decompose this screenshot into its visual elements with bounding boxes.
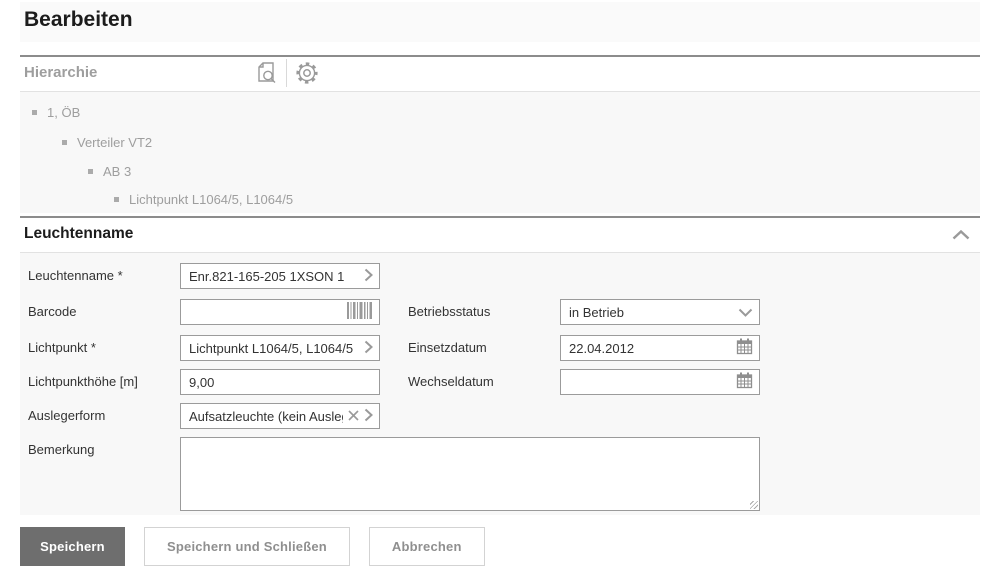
betriebsstatus-select[interactable]: in Betrieb [560, 299, 760, 325]
tree-bullet-icon [88, 169, 93, 174]
toolbar-divider [286, 59, 287, 87]
lichtpunkt-label: Lichtpunkt * [28, 335, 96, 361]
lichtpunkt-value: Lichtpunkt L1064/5, L1064/5 [189, 341, 359, 356]
auslegerform-label: Auslegerform [28, 403, 105, 429]
einsetzdatum-input[interactable] [569, 336, 731, 360]
save-button[interactable]: Speichern [20, 527, 125, 566]
section-title: Leuchtenname [24, 225, 133, 243]
leuchtenname-field[interactable]: Enr.821-165-205 1XSON 1 [180, 263, 380, 289]
action-buttons: Speichern Speichern und Schließen Abbrec… [20, 527, 485, 566]
leuchtenname-lookup-button[interactable] [364, 268, 373, 285]
gear-icon [294, 60, 320, 89]
collapse-section-button[interactable] [950, 225, 972, 245]
betriebsstatus-label: Betriebsstatus [408, 299, 490, 325]
lichtpunkthoehe-label: Lichtpunkthöhe [m] [28, 369, 138, 395]
cancel-button[interactable]: Abbrechen [369, 527, 485, 566]
hierarchy-header: Hierarchie [20, 57, 980, 91]
bemerkung-textarea[interactable] [180, 437, 760, 511]
barcode-label: Barcode [28, 299, 76, 325]
hierarchy-tree: 1, ÖB Verteiler VT2 AB 3 Lichtpunkt L106… [20, 92, 980, 213]
leuchtenname-label: Leuchtenname * [28, 263, 123, 289]
chevron-right-icon [364, 408, 373, 425]
hierarchy-title: Hierarchie [24, 64, 97, 81]
auslegerform-clear-button[interactable] [348, 409, 359, 424]
edit-page: Bearbeiten Hierarchie [0, 0, 1000, 578]
chevron-down-icon [738, 308, 753, 317]
tree-node-root[interactable]: 1, ÖB [32, 104, 80, 120]
tree-node-ab[interactable]: AB 3 [88, 163, 131, 179]
einsetzdatum-label: Einsetzdatum [408, 335, 487, 361]
chevron-right-icon [364, 268, 373, 285]
barcode-icon [347, 302, 373, 322]
tree-bullet-icon [32, 110, 37, 115]
title-band: Bearbeiten [20, 2, 980, 42]
leuchtenname-value: Enr.821-165-205 1XSON 1 [189, 269, 359, 284]
tree-node-label: Verteiler VT2 [77, 135, 152, 150]
barcode-scan-button[interactable] [347, 302, 373, 322]
settings-button[interactable] [292, 59, 322, 89]
leuchtenname-section-header: Leuchtenname [20, 218, 980, 252]
wechseldatum-calendar-button[interactable] [736, 372, 753, 392]
tree-bullet-icon [114, 197, 119, 202]
document-search-icon [254, 60, 277, 89]
chevron-right-icon [364, 340, 373, 357]
lichtpunkt-lookup-button[interactable] [364, 340, 373, 357]
bemerkung-label: Bemerkung [28, 437, 94, 463]
einsetzdatum-calendar-button[interactable] [736, 338, 753, 358]
tree-node-label: 1, ÖB [47, 105, 80, 120]
bemerkung-field [180, 437, 760, 511]
betriebsstatus-value: in Betrieb [569, 305, 733, 320]
chevron-up-icon [952, 228, 970, 243]
lichtpunkthoehe-field [180, 369, 380, 395]
tree-node-label: AB 3 [103, 164, 131, 179]
page-title: Bearbeiten [24, 8, 133, 32]
wechseldatum-field [560, 369, 760, 395]
wechseldatum-label: Wechseldatum [408, 369, 494, 395]
barcode-field [180, 299, 380, 325]
clear-x-icon [348, 409, 359, 424]
calendar-icon [736, 338, 753, 358]
calendar-icon [736, 372, 753, 392]
document-preview-button[interactable] [250, 59, 280, 89]
tree-bullet-icon [62, 140, 67, 145]
auslegerform-value: Aufsatzleuchte (kein Ausleger) [189, 409, 343, 424]
lichtpunkt-field[interactable]: Lichtpunkt L1064/5, L1064/5 [180, 335, 380, 361]
tree-node-lichtpunkt[interactable]: Lichtpunkt L1064/5, L1064/5 [114, 191, 293, 207]
leuchtenname-form: Leuchtenname * Enr.821-165-205 1XSON 1 B… [20, 253, 980, 515]
einsetzdatum-field [560, 335, 760, 361]
auslegerform-field[interactable]: Aufsatzleuchte (kein Ausleger) [180, 403, 380, 429]
tree-node-verteiler[interactable]: Verteiler VT2 [62, 134, 152, 150]
wechseldatum-input[interactable] [569, 370, 731, 394]
auslegerform-lookup-button[interactable] [364, 408, 373, 425]
tree-node-label: Lichtpunkt L1064/5, L1064/5 [129, 192, 293, 207]
save-and-close-button[interactable]: Speichern und Schließen [144, 527, 350, 566]
lichtpunkthoehe-input[interactable] [189, 370, 373, 394]
barcode-input[interactable] [189, 300, 342, 324]
